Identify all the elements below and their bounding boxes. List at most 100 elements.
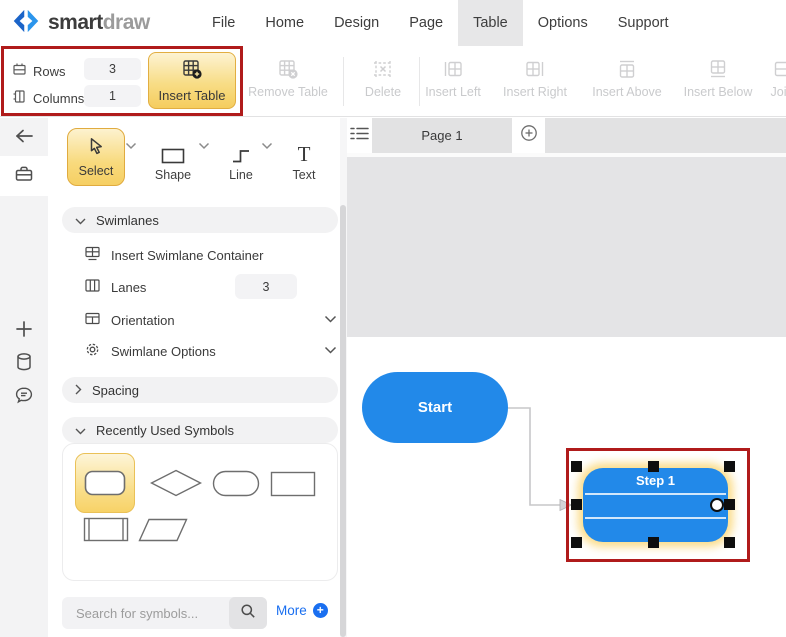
panel-scrollbar-thumb[interactable] (340, 205, 346, 637)
spacing-section-header[interactable]: Spacing (62, 377, 338, 403)
text-icon: T (297, 142, 311, 166)
chevron-down-icon (75, 213, 86, 228)
database-icon (15, 352, 33, 377)
chevron-down-icon (75, 423, 86, 438)
lanes-input[interactable] (235, 274, 297, 299)
lanes-icon (84, 278, 101, 296)
rows-field-label: Rows (12, 60, 66, 82)
insert-table-icon (181, 58, 203, 85)
step-shape[interactable]: Step 1 (583, 468, 728, 542)
menu-item-page[interactable]: Page (394, 0, 458, 46)
shape-dropdown-chevron[interactable] (198, 137, 210, 155)
smartdraw-logo[interactable]: smartdraw (12, 8, 150, 38)
remove-table-button[interactable]: Remove Table (242, 56, 334, 99)
text-tool-button[interactable]: T Text (275, 138, 333, 183)
menu-bar: smartdraw File Home Design Page Table Op… (0, 0, 786, 46)
data-panel-button[interactable] (0, 346, 48, 382)
selection-handle-top-left[interactable] (571, 461, 582, 472)
add-page-icon (520, 124, 538, 147)
columns-icon (12, 89, 27, 107)
symbol-rounded-rectangle[interactable] (75, 453, 135, 513)
insert-left-button[interactable]: Insert Left (407, 56, 499, 99)
insert-left-icon (407, 56, 499, 82)
lanes-item: Lanes (84, 277, 146, 297)
shape-connection-handle[interactable] (710, 498, 724, 512)
menu-item-options[interactable]: Options (523, 0, 603, 46)
left-icon-strip (0, 118, 48, 637)
smartdraw-logo-icon (12, 7, 40, 40)
rows-input[interactable] (84, 58, 141, 80)
page-tab[interactable]: Page 1 (372, 118, 512, 153)
cursor-icon (86, 136, 106, 162)
canvas-offpage-area (347, 157, 786, 337)
collapse-panel-button[interactable] (0, 120, 48, 156)
symbol-search-button[interactable] (229, 597, 267, 629)
menu-item-support[interactable]: Support (603, 0, 684, 46)
back-arrow-icon (14, 128, 34, 149)
symbol-terminator[interactable] (211, 470, 261, 497)
chevron-right-icon (75, 383, 82, 398)
shape-tool-button[interactable]: Shape (144, 138, 202, 182)
symbol-predefined-process[interactable] (82, 517, 130, 542)
menu-item-home[interactable]: Home (250, 0, 319, 46)
table-toolbar: Rows Columns (0, 46, 786, 117)
more-plus-icon: + (312, 603, 328, 618)
comments-panel-button[interactable] (0, 379, 48, 415)
orientation-icon (84, 311, 101, 329)
columns-field-label: Columns (12, 87, 84, 109)
insert-table-button[interactable]: Insert Table (148, 52, 236, 109)
select-dropdown-chevron[interactable] (125, 137, 137, 155)
insert-right-button[interactable]: Insert Right (489, 56, 581, 99)
symbols-panel: Select Shape Line T Text Swimlanes Inser… (48, 118, 340, 637)
selection-handle-top-middle[interactable] (648, 461, 659, 472)
selection-handle-bottom-right[interactable] (724, 537, 735, 548)
rows-icon (12, 62, 27, 80)
swimlane-options-item[interactable]: Swimlane Options (84, 341, 216, 361)
orientation-chevron[interactable] (324, 311, 337, 329)
insert-right-icon (489, 56, 581, 82)
logo-wordmark: smartdraw (48, 11, 150, 34)
swimlane-options-chevron[interactable] (324, 342, 337, 360)
symbol-parallelogram[interactable] (137, 518, 189, 542)
add-page-button[interactable] (512, 118, 545, 153)
menu-item-table[interactable]: Table (458, 0, 523, 46)
symbol-rectangle[interactable] (269, 471, 317, 497)
insert-swimlane-container-item[interactable]: Insert Swimlane Container (84, 245, 263, 265)
selection-handle-bottom-middle[interactable] (648, 537, 659, 548)
search-icon (240, 603, 256, 624)
recently-used-symbols-card (62, 443, 338, 581)
page-list-icon (350, 126, 369, 146)
orientation-item[interactable]: Orientation (84, 310, 175, 330)
table-row-divider (585, 493, 726, 495)
insert-above-button[interactable]: Insert Above (581, 56, 673, 99)
comment-icon (14, 385, 34, 410)
toolbox-panel-button[interactable] (0, 156, 48, 196)
selection-handle-top-right[interactable] (724, 461, 735, 472)
table-row-divider (585, 517, 726, 519)
menu-item-design[interactable]: Design (319, 0, 394, 46)
menu-item-file[interactable]: File (197, 0, 250, 46)
more-symbols-link[interactable]: More + (276, 603, 328, 618)
join-button[interactable]: Join (736, 56, 786, 99)
toolbox-icon (14, 164, 34, 189)
insert-above-icon (581, 56, 673, 82)
add-symbols-button[interactable] (0, 313, 48, 349)
swimlanes-section-header[interactable]: Swimlanes (62, 207, 338, 233)
line-dropdown-chevron[interactable] (261, 137, 273, 155)
remove-table-icon (242, 56, 334, 82)
page-list-button[interactable] (347, 118, 372, 153)
columns-input[interactable] (84, 85, 141, 107)
swimlane-container-icon (84, 245, 101, 265)
selection-handle-bottom-left[interactable] (571, 537, 582, 548)
recently-used-section-header[interactable]: Recently Used Symbols (62, 417, 338, 443)
selection-handle-middle-left[interactable] (571, 499, 582, 510)
select-tool-button[interactable]: Select (67, 128, 125, 186)
plus-icon (15, 320, 33, 343)
shape-icon (144, 138, 202, 164)
join-icon (736, 56, 786, 82)
gear-icon (84, 341, 101, 361)
start-shape[interactable]: Start (362, 372, 508, 443)
selection-handle-middle-right[interactable] (724, 499, 735, 510)
connector-start-to-step[interactable] (500, 400, 580, 515)
symbol-decision-diamond[interactable] (149, 469, 203, 497)
